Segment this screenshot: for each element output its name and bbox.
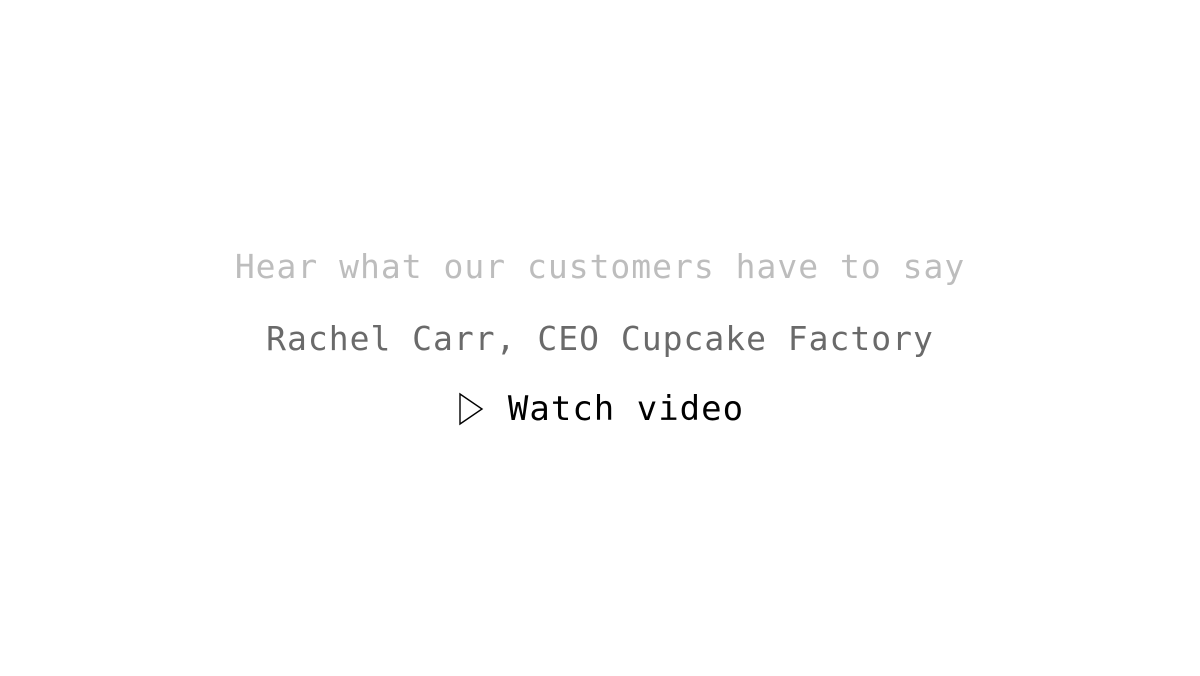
testimonial-content: Hear what our customers have to say Rach… xyxy=(235,245,965,431)
testimonial-section: Hear what our customers have to say Rach… xyxy=(0,0,1200,676)
testimonial-heading: Hear what our customers have to say xyxy=(234,247,966,286)
watch-video-button[interactable]: Watch video xyxy=(456,387,744,431)
watch-video-label: Watch video xyxy=(507,389,745,429)
play-icon xyxy=(456,391,486,427)
testimonial-author: Rachel Carr, CEO Cupcake Factory xyxy=(266,319,934,358)
